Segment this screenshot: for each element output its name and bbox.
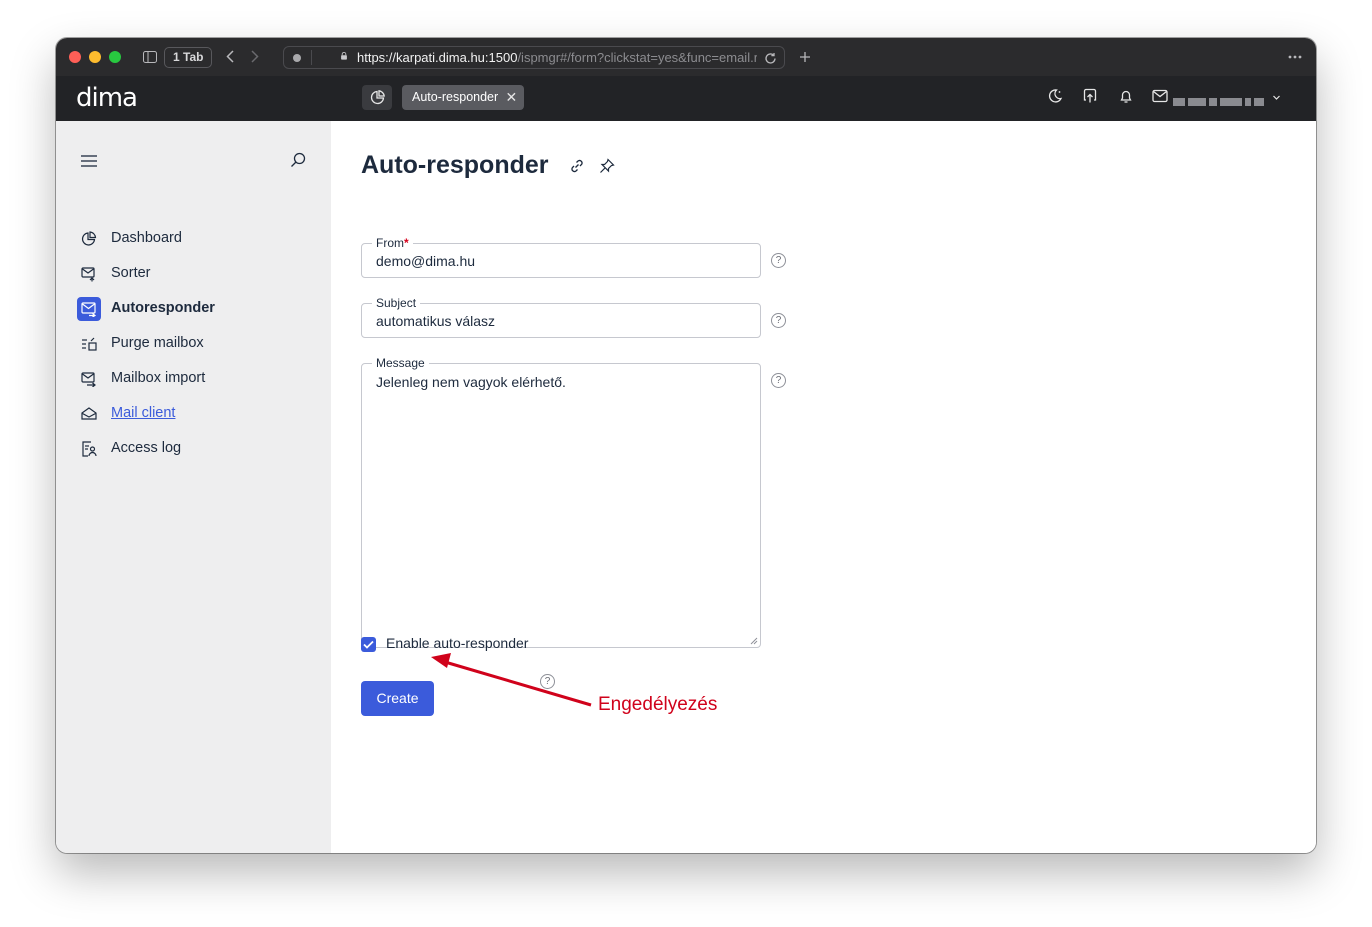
sidebar-item-label: Purge mailbox (111, 335, 204, 351)
back-icon[interactable] (226, 50, 234, 63)
sidebar-item-sorter[interactable]: Sorter (76, 260, 316, 288)
subject-help-icon[interactable]: ? (771, 313, 786, 328)
mail-icon[interactable] (1152, 89, 1168, 103)
sidebar-item-purge-mailbox[interactable]: Purge mailbox (76, 330, 316, 358)
new-tab-icon[interactable] (799, 51, 811, 63)
lock-icon (341, 52, 347, 60)
dashboard-tab-button[interactable] (362, 85, 392, 110)
menu-icon[interactable] (81, 155, 97, 167)
address-bar[interactable]: https://karpati.dima.hu:1500/ispmgr#/for… (283, 46, 785, 69)
site-settings-icon[interactable] (293, 54, 301, 62)
sidebar-item-access-log[interactable]: Access log (76, 435, 316, 463)
minimize-window-button[interactable] (89, 51, 101, 63)
mail-client-icon (77, 402, 101, 426)
user-menu[interactable] (1173, 93, 1280, 106)
sidebar-item-mailbox-import[interactable]: Mailbox import (76, 365, 316, 393)
autoresponder-icon (77, 297, 101, 321)
sidebar-item-label: Mail client (111, 405, 176, 421)
sidebar-item-mail-client[interactable]: Mail client (76, 400, 316, 428)
resize-handle-icon[interactable] (750, 637, 758, 645)
main-content: Auto-responder From* demo@dima.hu ? Subj… (331, 121, 1316, 853)
from-help-icon[interactable]: ? (771, 253, 786, 268)
tab-auto-responder[interactable]: Auto-responder ✕ (402, 85, 525, 110)
url-text[interactable]: https://karpati.dima.hu:1500/ispmgr#/for… (357, 50, 757, 66)
sorter-icon (77, 262, 101, 286)
app-header: dima Auto-responder ✕ (56, 76, 1316, 121)
url-path: /ispmgr#/form?clickstat=yes&func=email.r… (517, 50, 757, 65)
access-log-icon (77, 437, 101, 461)
chevron-down-icon (1273, 95, 1280, 100)
more-options-icon[interactable] (1288, 55, 1302, 59)
close-window-button[interactable] (69, 51, 81, 63)
search-icon[interactable] (290, 152, 306, 168)
sidebar-item-label: Mailbox import (111, 370, 206, 386)
tab-label: Auto-responder (412, 90, 499, 104)
mailbox-import-icon (77, 367, 101, 391)
sidebar-item-label: Access log (111, 440, 182, 456)
sidebar-item-label: Sorter (111, 265, 151, 281)
purge-icon (77, 332, 101, 356)
theme-toggle-icon[interactable] (1047, 88, 1063, 104)
url-host: https://karpati.dima.hu:1500 (357, 50, 518, 65)
dashboard-icon (370, 90, 385, 105)
sidebar-item-label: Autoresponder (111, 300, 215, 316)
browser-toolbar: 1 Tab https://karpati.dima.hu:1500/ispmg… (56, 38, 1316, 76)
message-help-icon[interactable]: ? (771, 373, 786, 388)
dashboard-icon (77, 227, 101, 251)
close-tab-icon[interactable]: ✕ (505, 85, 517, 110)
forward-icon[interactable] (251, 50, 259, 63)
sidebar-toggle-icon[interactable] (143, 51, 157, 63)
maximize-window-button[interactable] (109, 51, 121, 63)
sidebar-item-autoresponder[interactable]: Autoresponder (76, 295, 316, 323)
browser-window: 1 Tab https://karpati.dima.hu:1500/ispmg… (56, 38, 1316, 853)
reload-icon[interactable] (764, 52, 777, 65)
sidebar: Dashboard Sorter Autoresponder Purge mai… (56, 121, 331, 853)
tab-count-button[interactable]: 1 Tab (164, 47, 213, 68)
bell-icon[interactable] (1118, 88, 1134, 104)
annotation-label: Engedélyezés (598, 694, 718, 715)
address-divider (311, 50, 312, 65)
upload-icon[interactable] (1082, 88, 1098, 104)
sidebar-item-label: Dashboard (111, 230, 182, 246)
dima-logo[interactable]: dima (76, 84, 138, 112)
sidebar-item-dashboard[interactable]: Dashboard (76, 225, 316, 253)
annotation-arrow (431, 653, 592, 707)
